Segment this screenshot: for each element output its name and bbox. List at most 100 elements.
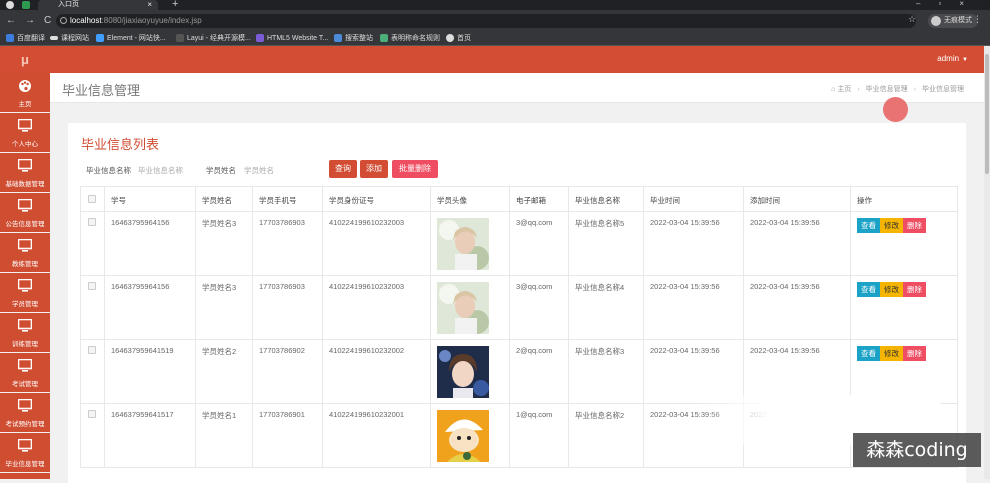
- add-button[interactable]: 添加: [360, 160, 388, 178]
- student-avatar-image[interactable]: [437, 346, 489, 398]
- breadcrumb: ⌂ 主页 › 毕业信息管理 › 毕业信息管理: [831, 84, 964, 94]
- column-header[interactable]: 学员手机号: [252, 186, 323, 212]
- row-checkbox[interactable]: [88, 218, 96, 226]
- bookmark-star-icon[interactable]: ☆: [908, 14, 916, 25]
- incognito-profile[interactable]: 无痕模式: [928, 14, 978, 28]
- column-header[interactable]: 学员头像: [430, 186, 510, 212]
- cell-added-time: 2022-03-04 15:39:56: [743, 275, 851, 340]
- app-logo: μ: [21, 52, 29, 67]
- cell-actions: 查看修改删除: [850, 275, 958, 340]
- sidebar-item-exam-booking[interactable]: 考试预约管理: [0, 393, 50, 433]
- url-host: localhost: [70, 16, 102, 25]
- view-button[interactable]: 查看: [857, 346, 880, 361]
- sidebar-item-personal[interactable]: 个人中心: [0, 113, 50, 153]
- sidebar-item-graduation[interactable]: 毕业信息管理: [0, 433, 50, 473]
- bookmark-item[interactable]: 课程网站: [50, 32, 89, 46]
- bookmark-item[interactable]: 搜索整站: [334, 32, 373, 46]
- cell-phone: 17703786903: [252, 211, 323, 276]
- close-tab-icon[interactable]: ×: [147, 0, 152, 10]
- page-title: 毕业信息管理: [62, 83, 141, 98]
- bookmark-item[interactable]: 首页: [446, 32, 471, 46]
- sidebar-item-notice[interactable]: 公告信息管理: [0, 193, 50, 233]
- table-row: 164637959641519 学员姓名2 17703786902 410224…: [80, 339, 958, 404]
- cell-graduation-name: 毕业信息名称5: [568, 211, 644, 276]
- chevron-right-icon: ›: [913, 86, 916, 93]
- sidebar-item-training[interactable]: 训练管理: [0, 313, 50, 353]
- column-header[interactable]: 学号: [104, 186, 196, 212]
- delete-button[interactable]: 删除: [903, 346, 926, 361]
- sidebar-item-label: 考试预约管理: [5, 421, 45, 428]
- column-header[interactable]: 学员身份证号: [322, 186, 431, 212]
- cell-added-time: 2022-03-04 15:39:56: [743, 211, 851, 276]
- sidebar-item-home[interactable]: 主页: [0, 73, 50, 113]
- page-scrollbar[interactable]: [984, 46, 990, 479]
- user-menu[interactable]: admin ▼: [937, 54, 968, 63]
- row-checkbox[interactable]: [88, 282, 96, 290]
- sidebar-item-basic-data[interactable]: 基础数据管理: [0, 153, 50, 193]
- student-avatar-image[interactable]: [437, 218, 489, 270]
- cell-graduation-time: 2022-03-04 15:39:56: [643, 339, 744, 404]
- sidebar-item-student[interactable]: 学员管理: [0, 273, 50, 313]
- sidebar: 主页 个人中心 基础数据管理 公告信息管理 教练管理 学员管理 训练管理 考试管…: [0, 73, 50, 479]
- column-header[interactable]: 学员姓名: [195, 186, 253, 212]
- cursor-highlight: [883, 97, 908, 122]
- cell-graduation-name: 毕业信息名称3: [568, 339, 644, 404]
- bookmark-item[interactable]: 表明称命名规则: [380, 32, 440, 46]
- browser-menu-icon[interactable]: [6, 1, 14, 9]
- list-title: 毕业信息列表: [81, 137, 160, 152]
- column-header[interactable]: 毕业信息名称: [568, 186, 644, 212]
- browser-tab[interactable]: 入口页 ×: [38, 0, 158, 10]
- scrollbar-thumb[interactable]: [985, 54, 989, 174]
- table-row: 16463795964156 学员姓名3 17703786903 4102241…: [80, 211, 958, 276]
- table-row: 16463795964156 学员姓名3 17703786903 4102241…: [80, 275, 958, 340]
- app-tab-icon[interactable]: [22, 1, 30, 9]
- cell-email: 3@qq.com: [509, 275, 569, 340]
- edit-button[interactable]: 修改: [880, 282, 903, 297]
- select-all-checkbox[interactable]: [88, 195, 96, 203]
- column-header[interactable]: 添加时间: [743, 186, 851, 212]
- delete-button[interactable]: 删除: [903, 282, 926, 297]
- cell-student-no: 164637959641519: [104, 339, 196, 404]
- column-header[interactable]: 电子邮箱: [509, 186, 569, 212]
- edit-button[interactable]: 修改: [880, 218, 903, 233]
- bookmark-item[interactable]: 百度翻译: [6, 32, 45, 46]
- new-tab-icon[interactable]: +: [172, 0, 178, 10]
- student-avatar-image[interactable]: [437, 410, 489, 462]
- view-button[interactable]: 查看: [857, 218, 880, 233]
- cell-student-name: 学员姓名3: [195, 211, 253, 276]
- breadcrumb-item[interactable]: 毕业信息管理: [866, 86, 908, 93]
- cell-actions: 查看修改删除: [850, 339, 958, 404]
- cell-student-no: 164637959641517: [104, 403, 196, 468]
- breadcrumb-home[interactable]: 主页: [837, 86, 851, 93]
- search-student-input[interactable]: 学员姓名: [244, 165, 274, 176]
- breadcrumb-current: 毕业信息管理: [922, 86, 964, 93]
- nav-buttons-icon[interactable]: ←→C: [6, 15, 60, 26]
- cell-email: 1@qq.com: [509, 403, 569, 468]
- edit-button[interactable]: 修改: [880, 346, 903, 361]
- batch-delete-button[interactable]: 批量删除: [392, 160, 438, 178]
- window-controls[interactable]: –▫×: [916, 0, 982, 8]
- search-name-input[interactable]: 毕业信息名称: [138, 165, 183, 176]
- query-button[interactable]: 查询: [329, 160, 357, 178]
- column-header[interactable]: 毕业时间: [643, 186, 744, 212]
- cell-id-number: 410224199610232002: [322, 339, 431, 404]
- sidebar-item-coach[interactable]: 教练管理: [0, 233, 50, 273]
- student-avatar-image[interactable]: [437, 282, 489, 334]
- sidebar-item-label: 个人中心: [12, 141, 38, 148]
- bookmark-item[interactable]: Layui - 经典开源模...: [176, 32, 251, 46]
- sidebar-item-exam[interactable]: 考试管理: [0, 353, 50, 393]
- cell-graduation-name: 毕业信息名称2: [568, 403, 644, 468]
- bookmark-item[interactable]: HTML5 Website T...: [256, 32, 328, 46]
- bookmarks-bar: 百度翻译 课程网站 Element - 网站快... Layui - 经典开源模…: [0, 32, 990, 46]
- caret-down-icon: ▼: [962, 57, 968, 63]
- info-icon[interactable]: [60, 17, 67, 24]
- sidebar-item-label: 训练管理: [12, 341, 38, 348]
- bookmark-item[interactable]: Element - 网站快...: [96, 32, 166, 46]
- view-button[interactable]: 查看: [857, 282, 880, 297]
- row-checkbox[interactable]: [88, 346, 96, 354]
- row-checkbox[interactable]: [88, 410, 96, 418]
- delete-button[interactable]: 删除: [903, 218, 926, 233]
- row-select-cell: [80, 339, 105, 404]
- more-menu-icon[interactable]: ⋮: [973, 14, 982, 25]
- url-input[interactable]: localhost:8080/jiaxiaoyuyue/index.jsp: [56, 14, 916, 28]
